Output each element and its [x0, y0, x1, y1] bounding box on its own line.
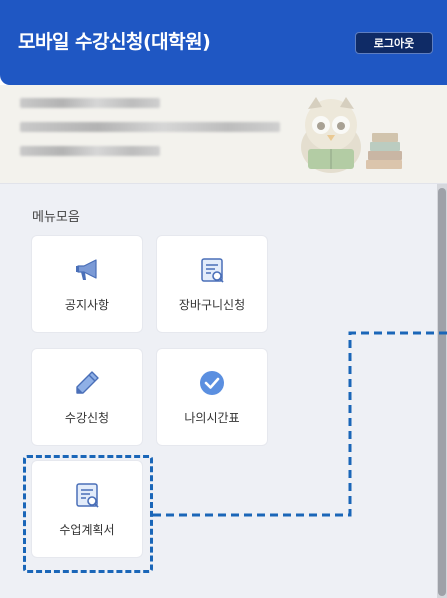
menu-tile-notice[interactable]: 공지사항: [32, 236, 142, 332]
menu-tile-cart-request[interactable]: 장바구니신청: [157, 236, 267, 332]
megaphone-icon: [76, 259, 97, 280]
blurred-user-id: [20, 146, 160, 156]
menu-tile-label: 공지사항: [64, 298, 110, 312]
menu-tile-label: 수강신청: [64, 411, 110, 425]
document-search-icon: [201, 258, 224, 283]
menu-tile-course-registration[interactable]: 수강신청: [32, 349, 142, 445]
blurred-user-department: [20, 122, 280, 132]
menu-section-title: 메뉴모음: [32, 210, 80, 225]
pencil-icon: [76, 371, 99, 394]
blurred-user-name: [20, 98, 160, 108]
page-title: 모바일 수강신청(대학원): [18, 31, 211, 53]
user-info-banner: [0, 85, 447, 183]
menu-tile-my-timetable[interactable]: 나의시간표: [157, 349, 267, 445]
highlight-callout-box: [23, 455, 153, 573]
scrollbar-thumb[interactable]: [438, 188, 446, 596]
app-header: 모바일 수강신청(대학원) 로그아웃: [0, 0, 447, 85]
mascot-illustration: [301, 97, 402, 173]
mobile-app-frame: 모바일 수강신청(대학원) 로그아웃 메뉴모음 공지사항 장바구니신청 수강신청…: [0, 0, 447, 598]
logout-button[interactable]: 로그아웃: [355, 32, 433, 54]
menu-tile-label: 장바구니신청: [178, 298, 246, 312]
menu-tile-label: 나의시간표: [184, 411, 240, 425]
check-circle-icon: [200, 371, 224, 395]
